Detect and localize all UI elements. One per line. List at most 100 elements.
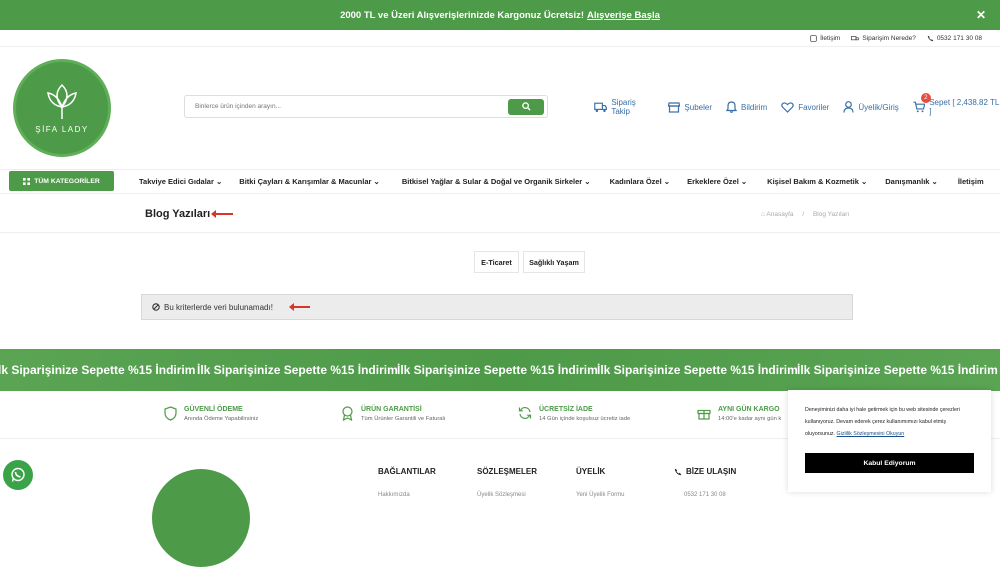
branches-label: Şubeler: [684, 102, 712, 112]
truck-icon: [594, 102, 607, 112]
all-categories-label: TÜM KATEGORİLER: [34, 177, 100, 185]
feature-title: ÜCRETSİZ İADE: [539, 406, 593, 413]
announcement-link[interactable]: Alışverişe Başla: [587, 10, 660, 21]
search-icon: [521, 102, 531, 111]
topbar-order-where[interactable]: Siparişim Nerede?: [851, 34, 916, 42]
marquee-text: İlk Siparişinize Sepette %15 İndirim: [597, 363, 798, 377]
notify-label: Bildirim: [740, 102, 768, 112]
menu-item-label: Kadınlara Özel: [609, 177, 662, 186]
footer-link-about[interactable]: Hakkımızda: [378, 492, 410, 498]
chevron-down-icon: ⌄: [860, 177, 868, 186]
topbar-phone-label: 0532 171 30 08: [936, 34, 982, 42]
menu-item-bitkisel-yaglar[interactable]: Bitkisel Yağlar & Sular & Doğal ve Organ…: [402, 177, 591, 186]
menu-item-takviye[interactable]: Takviye Edici Gıdalar ⌄: [139, 177, 222, 186]
logo-text: ŞİFA LADY: [35, 124, 89, 134]
menu-item-kadinlara-ozel[interactable]: Kadınlara Özel ⌄: [610, 177, 671, 186]
feature-sub: 14:00'e kadar aynı gün k: [718, 416, 782, 422]
whatsapp-icon: [11, 467, 25, 482]
footer-logo[interactable]: [152, 469, 250, 567]
cart-count-badge: 2: [920, 93, 931, 103]
alert-text: Bu kriterlerde veri bulunamadı!: [164, 302, 273, 312]
topbar-contact[interactable]: İletişim: [810, 35, 840, 42]
menu-item-danismanlik[interactable]: Danışmanlık ⌄: [885, 177, 938, 186]
footer-title-contact-label: BİZE ULAŞIN: [686, 467, 737, 476]
home-icon: ⌂: [761, 211, 765, 218]
search-box: [184, 95, 548, 118]
menu-item-label: Danışmanlık: [885, 177, 930, 186]
order-track-link[interactable]: Sipariş Takip: [594, 98, 654, 116]
phone-icon: [674, 468, 682, 475]
footer-title-contact: BİZE ULAŞIN: [674, 467, 736, 476]
whatsapp-button[interactable]: [3, 460, 33, 490]
feature-same-day-cargo: AYNI GÜN KARGO 14:00'e kadar aynı gün k: [697, 406, 781, 422]
branches-link[interactable]: Şubeler: [668, 101, 712, 113]
close-icon[interactable]: ✕: [976, 8, 986, 22]
breadcrumb-current: Blog Yazıları: [812, 211, 850, 218]
menu-item-label: Erkeklere Özel: [687, 177, 739, 186]
cookie-privacy-link[interactable]: Gizlilik Sözleşmesini Okuyun: [837, 431, 905, 437]
all-categories-button[interactable]: TÜM KATEGORİLER: [9, 171, 114, 191]
marquee-text: İlk Siparişinize Sepette %15 İndirim: [797, 363, 998, 377]
heart-icon: [781, 101, 794, 113]
cart-label: Sepet [ 2,438.82 TL ]: [929, 98, 1000, 116]
announcement-bar: 2000 TL ve Üzeri Alışverişlerinizde Karg…: [0, 0, 1000, 30]
menu-item-iletisim[interactable]: İletişim: [958, 177, 984, 186]
annotation-arrow: [289, 303, 310, 311]
feature-secure-payment: GÜVENLİ ÖDEME Anında Ödeme Yapabilirsiniz: [164, 406, 258, 422]
gift-icon: [697, 409, 711, 420]
account-label: Üyelik/Giriş: [858, 102, 899, 112]
topbar-order-where-label: Siparişim Nerede?: [862, 34, 916, 42]
menu-item-bitki-caylari[interactable]: Bitki Çayları & Karışımlar & Macunlar ⌄: [239, 177, 380, 186]
cookie-accept-button[interactable]: Kabul Ediyorum: [805, 453, 974, 473]
tab-e-ticaret[interactable]: E-Ticaret: [474, 251, 519, 273]
shield-icon: [164, 406, 177, 421]
footer-link-phone[interactable]: 0532 171 30 08: [684, 492, 726, 498]
marquee-text: İlk Siparişinize Sepette %15 İndirim: [197, 363, 398, 377]
site-logo[interactable]: ŞİFA LADY: [13, 59, 111, 157]
truck-icon: [851, 35, 860, 40]
chevron-down-icon: ⌄: [584, 177, 591, 186]
topbar-phone[interactable]: 0532 171 30 08: [927, 35, 982, 42]
search-button[interactable]: [508, 98, 544, 115]
notify-link[interactable]: Bildirim: [725, 101, 768, 113]
top-bar: İletişim Siparişim Nerede? 0532 171 30 0…: [0, 30, 1000, 46]
account-link[interactable]: Üyelik/Giriş: [843, 101, 899, 113]
chevron-down-icon: ⌄: [740, 177, 748, 186]
cookie-banner: Deneyiminizi daha iyi hale getirmek için…: [788, 390, 991, 492]
breadcrumb-home[interactable]: Anasayfa: [766, 211, 793, 218]
cart-icon: [913, 101, 926, 113]
ban-icon: [152, 303, 160, 311]
footer-title-membership: ÜYELİK: [576, 467, 606, 476]
feature-title: GÜVENLİ ÖDEME: [184, 406, 243, 413]
search-input[interactable]: [185, 96, 508, 117]
breadcrumb: ⌂ Anasayfa / Blog Yazıları: [761, 211, 849, 218]
page-title: Blog Yazıları: [145, 208, 211, 220]
announcement-text: 2000 TL ve Üzeri Alışverişlerinizde Karg…: [340, 9, 585, 21]
feature-free-return: ÜCRETSİZ İADE 14 Gün içinde koşulsuz ücre…: [518, 406, 630, 422]
refresh-icon: [518, 407, 532, 419]
menu-item-label: Takviye Edici Gıdalar: [139, 177, 214, 186]
menu-item-kisisel-bakim[interactable]: Kişisel Bakım & Kozmetik ⌄: [767, 177, 867, 186]
feature-title: AYNI GÜN KARGO: [718, 406, 780, 413]
breadcrumb-separator: /: [802, 211, 805, 218]
footer-title-links: BAĞLANTILAR: [378, 467, 436, 476]
footer-link-membership-contract[interactable]: Üyelik Sözleşmesi: [477, 492, 526, 498]
footer-link-new-member[interactable]: Yeni Üyelik Formu: [576, 492, 624, 498]
user-icon: [843, 101, 854, 113]
cookie-text-wrap: Deneyiminizi daha iyi hale getirmek için…: [805, 404, 977, 440]
cart-link[interactable]: 2 Sepet [ 2,438.82 TL ]: [913, 93, 1000, 116]
feature-title: ÜRÜN GARANTİSİ: [361, 406, 422, 413]
order-track-label: Sipariş Takip: [611, 98, 636, 116]
favorites-link[interactable]: Favoriler: [781, 101, 829, 113]
medal-icon: [342, 406, 353, 421]
annotation-arrow: [211, 210, 233, 218]
tab-saglikli-yasam[interactable]: Sağlıklı Yaşam: [523, 251, 585, 273]
menu-item-label: Bitki Çayları & Karışımlar & Macunlar: [239, 177, 372, 186]
category-menu: Takviye Edici Gıdalar ⌄ Bitki Çayları & …: [139, 177, 984, 186]
chevron-down-icon: ⌄: [373, 177, 380, 186]
footer-title-contracts: SÖZLEŞMELER: [477, 467, 538, 476]
menu-item-erkeklere-ozel[interactable]: Erkeklere Özel ⌄: [687, 177, 747, 186]
header-nav: Sipariş Takip Şubeler Bildirim Favoriler…: [594, 93, 1000, 116]
chevron-down-icon: ⌄: [663, 177, 671, 186]
no-data-alert: Bu kriterlerde veri bulunamadı!: [141, 294, 853, 320]
